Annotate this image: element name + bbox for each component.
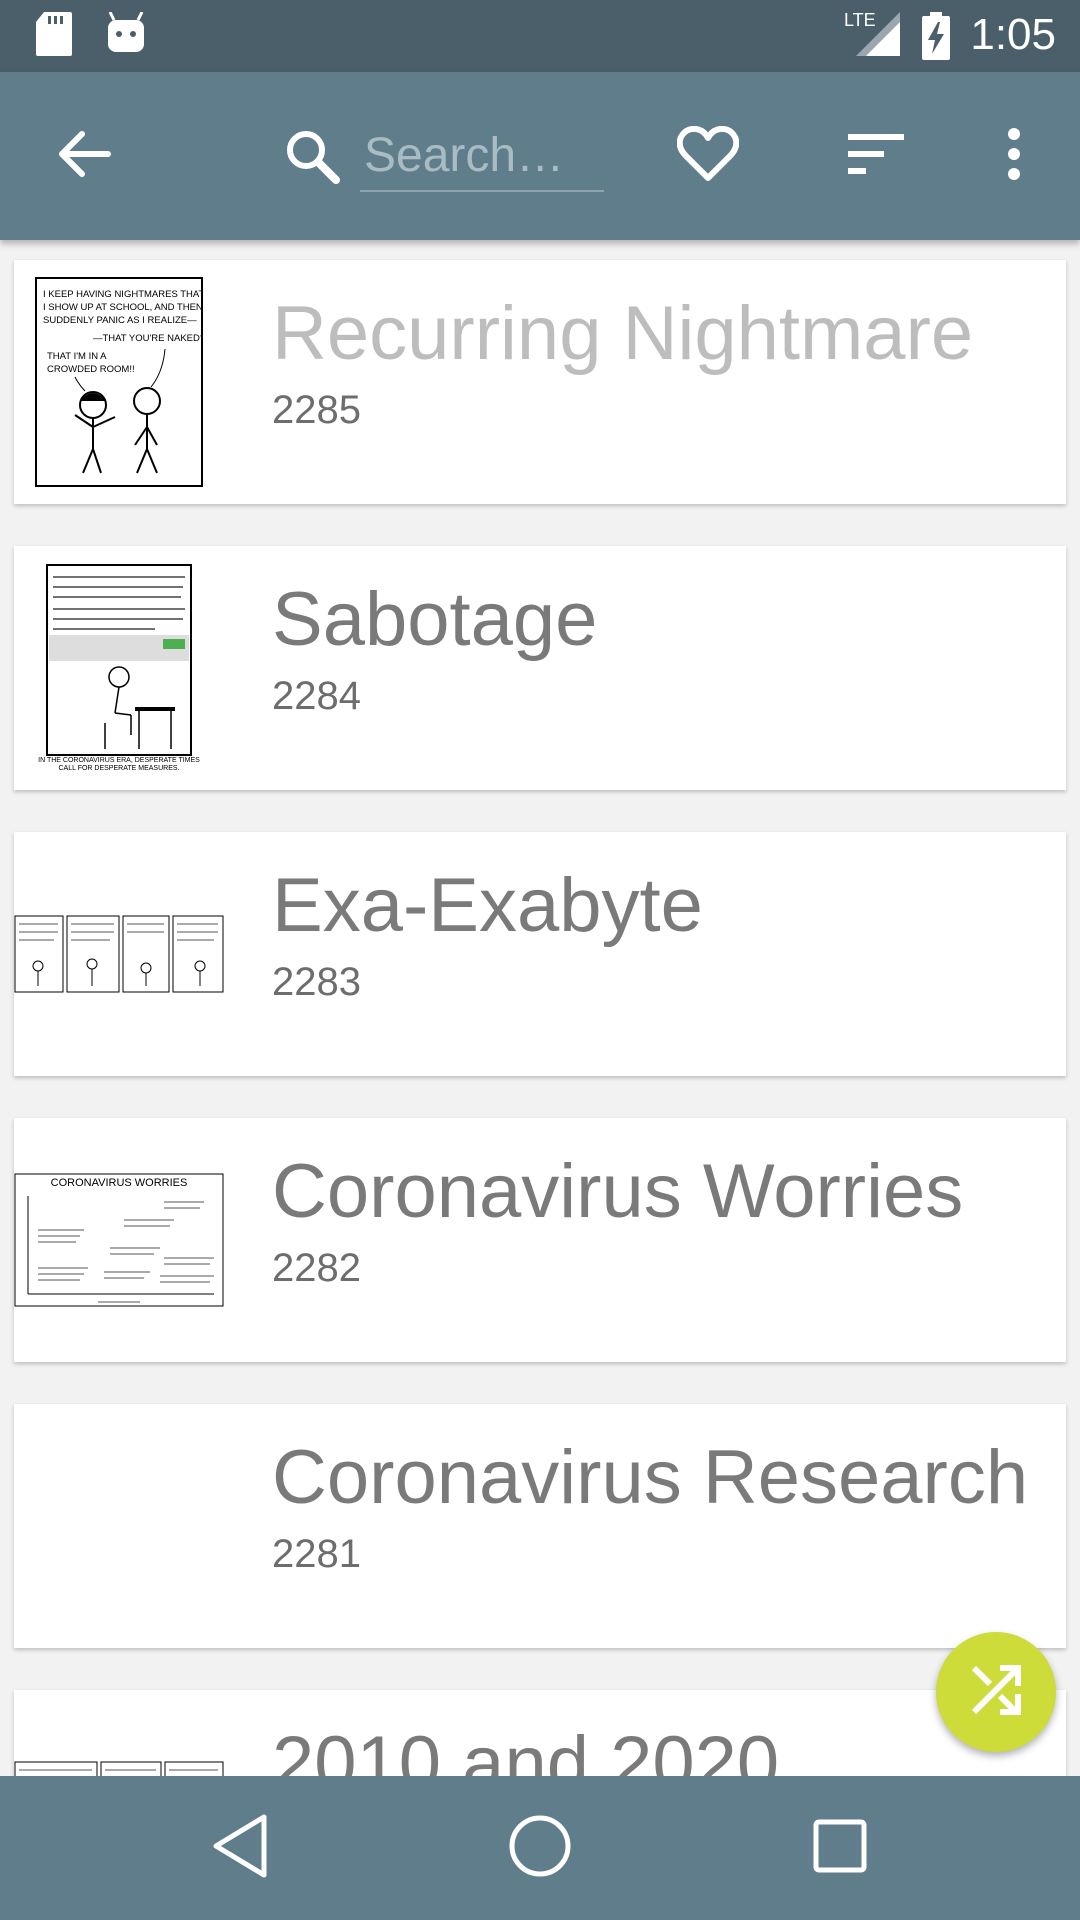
search-icon[interactable] xyxy=(282,126,342,191)
comic-card[interactable]: 2010 and 2020 2280 xyxy=(14,1690,1066,1776)
app-toolbar xyxy=(0,72,1080,240)
comic-title: Sabotage xyxy=(272,577,598,662)
thumb-caption: IN THE CORONAVIRUS ERA, DESPERATE TIMES … xyxy=(38,757,200,772)
thumb-text: SUDDENLY PANIC AS I REALIZE— xyxy=(43,315,197,326)
comic-number: 2284 xyxy=(272,674,361,718)
thumb-text: THAT I'M IN A xyxy=(47,351,107,362)
overflow-menu-button[interactable] xyxy=(974,116,1054,196)
system-nav-bar xyxy=(0,1776,1080,1920)
battery-charging-icon xyxy=(922,12,950,65)
nav-back-icon xyxy=(210,1813,270,1884)
comic-list[interactable]: I KEEP HAVING NIGHTMARES THAT I SHOW UP … xyxy=(0,240,1080,1776)
thumb-text: CROWDED ROOM!! xyxy=(47,364,135,375)
comic-thumbnail: IN THE CORONAVIRUS ERA, DESPERATE TIMES … xyxy=(14,546,224,790)
comic-thumbnail: I KEEP HAVING NIGHTMARES THAT I SHOW UP … xyxy=(14,260,224,504)
comic-thumbnail xyxy=(14,832,224,1076)
search-box xyxy=(280,112,604,202)
nav-recents-icon xyxy=(812,1818,868,1879)
back-button[interactable] xyxy=(44,116,124,196)
comic-title: 2010 and 2020 xyxy=(272,1721,780,1776)
thumb-text: I KEEP HAVING NIGHTMARES THAT xyxy=(43,289,203,300)
comic-number: 2282 xyxy=(272,1246,361,1290)
sort-button[interactable] xyxy=(836,116,916,196)
android-icon xyxy=(106,11,146,61)
shuffle-icon xyxy=(970,1664,1022,1721)
status-bar: LTE 1:05 xyxy=(0,0,1080,72)
clock: 1:05 xyxy=(970,10,1056,59)
nav-back-button[interactable] xyxy=(200,1808,280,1888)
comic-card[interactable]: Exa-Exabyte 2283 xyxy=(14,832,1066,1076)
comic-card[interactable]: IN THE CORONAVIRUS ERA, DESPERATE TIMES … xyxy=(14,546,1066,790)
comic-thumbnail xyxy=(14,1690,224,1776)
search-input[interactable] xyxy=(360,120,604,192)
thumb-title: CORONAVIRUS WORRIES xyxy=(51,1177,188,1189)
sd-card-icon xyxy=(36,12,72,61)
heart-icon xyxy=(676,125,740,187)
sort-icon xyxy=(848,133,904,179)
comic-thumbnail xyxy=(14,1404,224,1648)
nav-recents-button[interactable] xyxy=(800,1808,880,1888)
comic-number: 2285 xyxy=(272,388,361,432)
more-vert-icon xyxy=(1006,127,1022,185)
random-comic-button[interactable] xyxy=(936,1632,1056,1752)
comic-title: Recurring Nightmare xyxy=(272,291,974,376)
network-label: LTE xyxy=(844,10,876,30)
nav-home-button[interactable] xyxy=(500,1808,580,1888)
comic-number: 2283 xyxy=(272,960,361,1004)
comic-card[interactable]: Coronavirus Research 2281 xyxy=(14,1404,1066,1648)
comic-title: Coronavirus Research xyxy=(272,1435,1029,1520)
comic-title: Coronavirus Worries xyxy=(272,1149,964,1234)
comic-number: 2281 xyxy=(272,1532,361,1576)
favorites-button[interactable] xyxy=(668,116,748,196)
nav-home-icon xyxy=(508,1814,572,1883)
signal-icon: LTE xyxy=(844,8,900,63)
comic-card[interactable]: CORONAVIRUS WORRIES Coronavirus Worries … xyxy=(14,1118,1066,1362)
comic-thumbnail: CORONAVIRUS WORRIES xyxy=(14,1118,224,1362)
arrow-back-icon xyxy=(56,130,112,183)
thumb-text: I SHOW UP AT SCHOOL, AND THEN xyxy=(43,302,203,313)
thumb-text: —THAT YOU'RE NAKED? xyxy=(93,333,203,344)
comic-title: Exa-Exabyte xyxy=(272,863,703,948)
comic-card[interactable]: I KEEP HAVING NIGHTMARES THAT I SHOW UP … xyxy=(14,260,1066,504)
